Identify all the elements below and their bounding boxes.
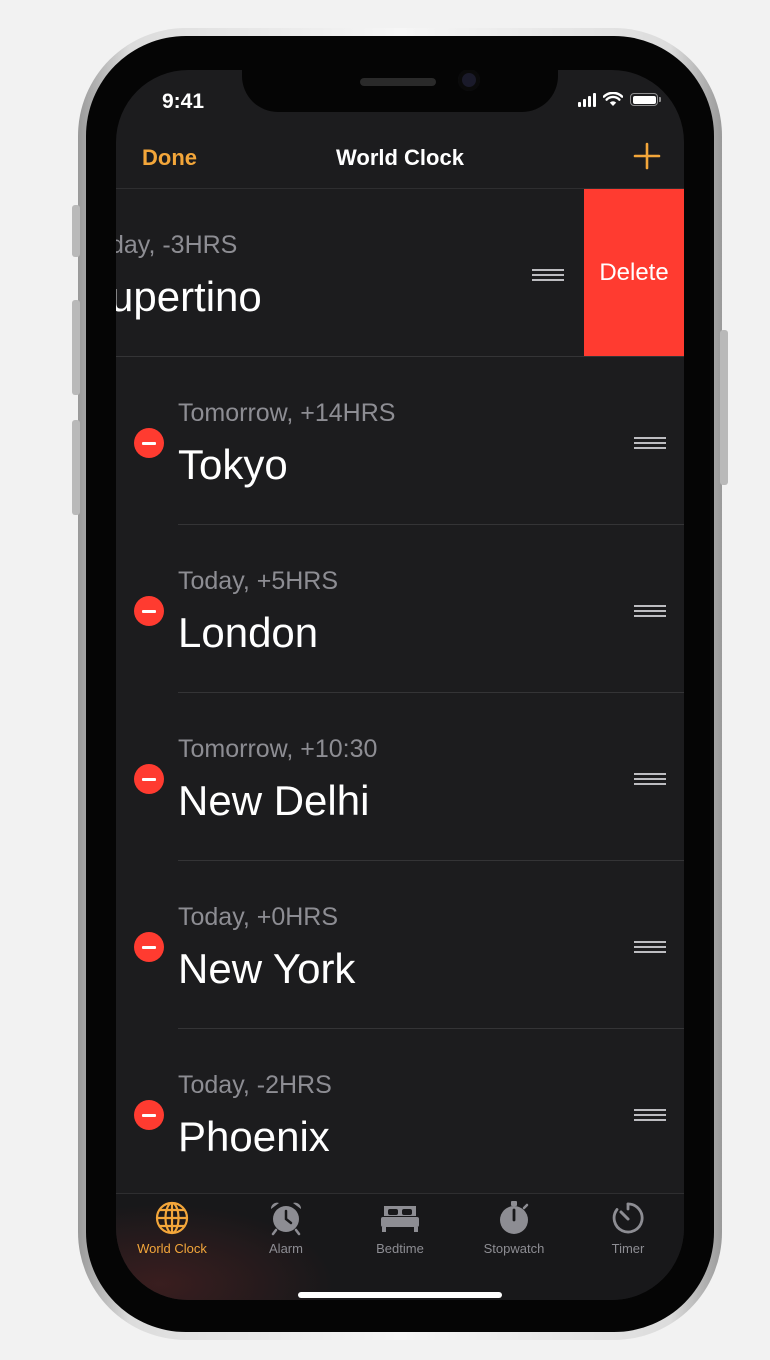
notch bbox=[242, 70, 558, 112]
delete-circle-icon[interactable] bbox=[134, 428, 164, 458]
clock-city-name: Phoenix bbox=[178, 1113, 330, 1160]
screen: 9:41 Done World Clock day, -3HRS upertin… bbox=[116, 70, 684, 1300]
volume-down-button bbox=[72, 420, 80, 515]
side-button bbox=[720, 330, 728, 485]
front-camera bbox=[458, 70, 480, 91]
tab-stopwatch[interactable]: Stopwatch bbox=[458, 1200, 570, 1256]
clock-city-name: London bbox=[178, 609, 319, 656]
clock-row-tokyo[interactable]: Tomorrow, +14HRS Tokyo bbox=[116, 357, 684, 525]
page-title: World Clock bbox=[336, 145, 464, 170]
tab-label: World Clock bbox=[137, 1241, 207, 1256]
globe-icon bbox=[155, 1201, 189, 1235]
world-clock-list: day, -3HRS upertino Delete Tomorrow, +14… bbox=[116, 189, 684, 1197]
stopwatch-icon bbox=[500, 1201, 529, 1234]
clock-time-offset: Tomorrow, +14HRS bbox=[178, 399, 396, 427]
clock-row-london[interactable]: Today, +5HRS London bbox=[116, 525, 684, 693]
tab-timer[interactable]: Timer bbox=[572, 1200, 684, 1256]
navigation-bar: Done World Clock bbox=[116, 130, 684, 189]
tab-label: Bedtime bbox=[376, 1241, 424, 1256]
clock-city-name: upertino bbox=[116, 273, 262, 320]
tab-label: Timer bbox=[611, 1241, 645, 1256]
wifi-icon bbox=[603, 92, 623, 106]
tab-label: Alarm bbox=[269, 1241, 303, 1256]
clock-city-name: Tokyo bbox=[178, 441, 288, 488]
reorder-handle-icon[interactable] bbox=[634, 605, 666, 619]
reorder-handle-icon[interactable] bbox=[634, 773, 666, 787]
delete-button[interactable]: Delete bbox=[584, 189, 684, 356]
speaker-grille bbox=[360, 78, 436, 86]
clock-city-name: New Delhi bbox=[178, 777, 370, 824]
reorder-handle-icon[interactable] bbox=[634, 1109, 666, 1123]
reorder-handle-icon[interactable] bbox=[532, 269, 564, 283]
clock-time-offset: Tomorrow, +10:30 bbox=[178, 735, 378, 763]
clock-row-cupertino[interactable]: day, -3HRS upertino Delete bbox=[116, 189, 684, 357]
cellular-signal-icon bbox=[578, 92, 596, 107]
delete-circle-icon[interactable] bbox=[134, 1100, 164, 1130]
reorder-handle-icon[interactable] bbox=[634, 941, 666, 955]
tab-label: Stopwatch bbox=[483, 1241, 545, 1256]
clock-time-offset: Today, +0HRS bbox=[178, 903, 339, 931]
delete-circle-icon[interactable] bbox=[134, 596, 164, 626]
clock-row-phoenix[interactable]: Today, -2HRS Phoenix bbox=[116, 1029, 684, 1197]
status-icons bbox=[578, 92, 661, 107]
reorder-handle-icon[interactable] bbox=[634, 437, 666, 451]
tab-bar: World Clock Alarm Bedtime Stopwatch Time… bbox=[116, 1193, 684, 1300]
clock-time-offset: day, -3HRS bbox=[116, 231, 238, 259]
silent-switch bbox=[72, 205, 80, 257]
home-indicator[interactable] bbox=[298, 1292, 502, 1298]
add-icon[interactable] bbox=[632, 141, 662, 171]
battery-icon bbox=[630, 93, 661, 106]
clock-time-offset: Today, +5HRS bbox=[178, 567, 339, 595]
volume-up-button bbox=[72, 300, 80, 395]
tab-alarm[interactable]: Alarm bbox=[230, 1200, 342, 1256]
status-time: 9:41 bbox=[162, 90, 205, 113]
clock-row-new-york[interactable]: Today, +0HRS New York bbox=[116, 861, 684, 1029]
tab-world-clock[interactable]: World Clock bbox=[116, 1200, 228, 1256]
delete-circle-icon[interactable] bbox=[134, 764, 164, 794]
clock-row-new-delhi[interactable]: Tomorrow, +10:30 New Delhi bbox=[116, 693, 684, 861]
tab-bedtime[interactable]: Bedtime bbox=[344, 1200, 456, 1256]
timer-icon bbox=[612, 1202, 644, 1234]
clock-time-offset: Today, -2HRS bbox=[178, 1071, 332, 1099]
clock-city-name: New York bbox=[178, 945, 356, 992]
alarm-clock-icon bbox=[270, 1202, 302, 1236]
delete-circle-icon[interactable] bbox=[134, 932, 164, 962]
bed-icon bbox=[381, 1206, 419, 1232]
